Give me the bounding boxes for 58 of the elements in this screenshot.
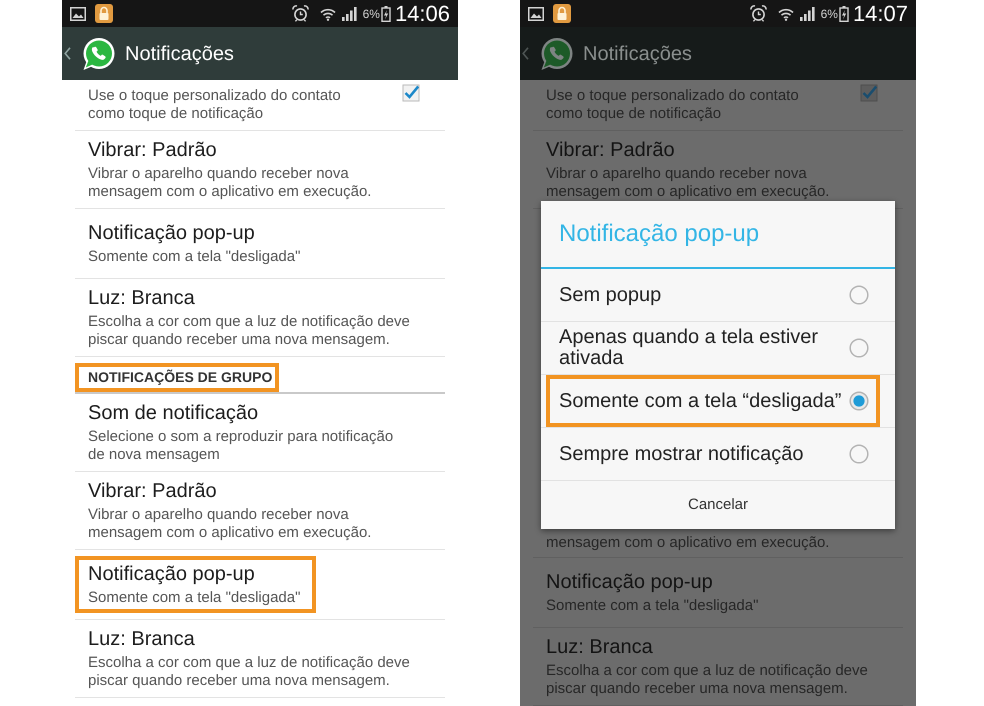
setting-summary: Escolha a cor com que a luz de notificação deve piscar quando receber uma nova mensagem.	[88, 313, 410, 349]
radio-button[interactable]	[849, 444, 869, 464]
chevron-left-icon[interactable]	[64, 47, 71, 60]
dialog-title: Notificação pop-up	[559, 219, 760, 249]
signal-icon	[340, 6, 358, 21]
battery-percentage: 6%	[362, 6, 380, 20]
padlock-icon	[553, 4, 571, 23]
option-label[interactable]: Sempre mostrar notificação	[559, 444, 804, 464]
picture-icon	[70, 6, 86, 20]
speech-bubble-phone-icon	[82, 36, 116, 70]
setting-summary: Somente com a tela "desligada"	[546, 597, 758, 615]
setting-title: Notificação pop-up	[546, 570, 714, 594]
radio-button[interactable]	[849, 285, 869, 305]
clock-time: 14:06	[394, 0, 450, 26]
setting-summary: Vibrar o aparelho quando receber nova mensagem com o aplicativo em execução.	[546, 165, 830, 201]
speech-bubble-phone-icon	[540, 36, 574, 70]
cancel-button[interactable]: Cancelar	[541, 481, 895, 529]
picture-icon	[528, 6, 544, 20]
screen-title: Notificações	[583, 42, 692, 66]
battery-charging-icon	[838, 6, 849, 22]
setting-summary: Selecione o som a reproduzir para notificação de nova mensagem	[88, 428, 394, 464]
screen-title: Notificações	[125, 42, 234, 66]
alarm-clock-icon	[292, 5, 309, 22]
padlock-icon	[95, 4, 113, 23]
setting-summary: Vibrar o aparelho quando receber nova mensagem com o aplicativo em execução.	[88, 165, 372, 201]
setting-summary: Escolha a cor com que a luz de notificação deve piscar quando receber uma nova mensagem.	[546, 662, 868, 698]
setting-summary: Escolha a cor com que a luz de notificação deve piscar quando receber uma nova mensagem.	[88, 654, 410, 690]
setting-title: Luz: Branca	[546, 635, 654, 659]
radio-button[interactable]	[849, 391, 869, 411]
signal-icon	[798, 6, 816, 21]
chevron-left-icon[interactable]	[522, 47, 529, 60]
setting-summary: Use o toque personalizado do contato como toque de notificação	[546, 87, 799, 123]
battery-charging-icon	[380, 6, 391, 22]
option-label[interactable]: Somente com a tela “desligada”	[559, 390, 842, 412]
checkbox[interactable]	[402, 84, 420, 102]
setting-title: Vibrar: Padrão	[88, 138, 218, 162]
alarm-clock-icon	[750, 5, 767, 22]
radio-button[interactable]	[849, 338, 869, 358]
setting-title: Vibrar: Padrão	[546, 138, 676, 162]
setting-summary: Vibrar o aparelho quando receber nova mensagem com o aplicativo em execução.	[88, 506, 372, 542]
option-label[interactable]: Apenas quando a tela estiver ativada	[559, 327, 849, 369]
option-label[interactable]: Sem popup	[559, 284, 662, 306]
battery-percentage: 6%	[820, 6, 838, 20]
checkbox[interactable]	[860, 84, 878, 102]
setting-summary: Use o toque personalizado do contato como toque de notificação	[88, 87, 341, 123]
setting-summary: mensagem com o aplicativo em execução.	[546, 534, 830, 552]
setting-title: Vibrar: Padrão	[88, 479, 218, 503]
setting-summary: Somente com a tela "desligada"	[88, 589, 300, 607]
wifi-icon	[320, 6, 336, 20]
setting-title: Som de notificação	[88, 401, 260, 425]
setting-title: Luz: Branca	[88, 286, 196, 310]
wifi-icon	[778, 6, 794, 20]
section-header: NOTIFICAÇÕES DE GRUPO	[88, 369, 272, 386]
setting-title: Notificação pop-up	[88, 221, 256, 245]
setting-title: Luz: Branca	[88, 627, 196, 651]
clock-time: 14:07	[852, 0, 908, 26]
setting-summary: Somente com a tela "desligada"	[88, 248, 300, 266]
setting-title: Notificação pop-up	[88, 562, 256, 586]
